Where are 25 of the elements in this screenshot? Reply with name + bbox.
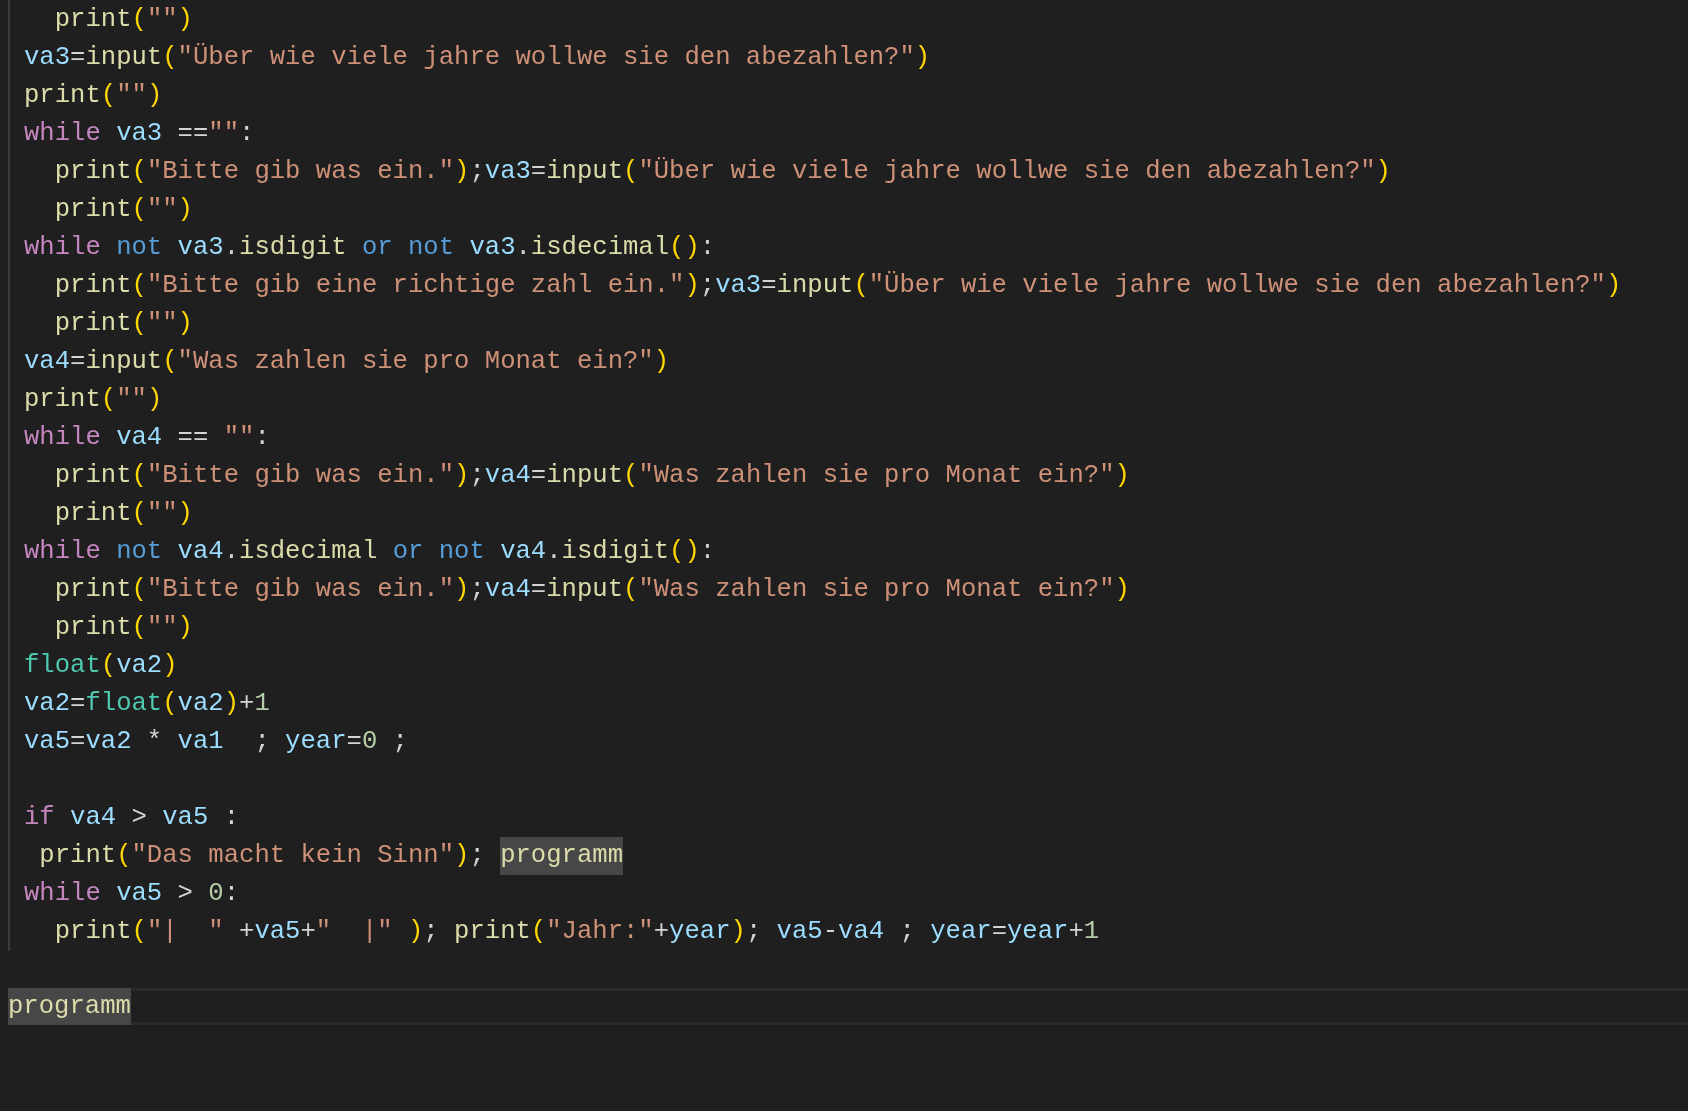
code-line: print("Bitte gib eine richtige zahl ein.");va3=input("Über wie viele jahre wollwe sie den abezahlen?") [54, 270, 1622, 302]
highlighted-word: programm [8, 988, 131, 1025]
code-line: print("| " +va5+" |" ); print("Jahr:"+year); va5-va4 ; year=year+1 [54, 916, 1100, 948]
code-line: print("") [24, 384, 163, 416]
code-line: while va4 == "": [24, 422, 270, 454]
code-line: if va4 > va5 : [24, 802, 240, 834]
code-line: print("") [54, 4, 193, 36]
code-line: va5=va2 * va1 ; year=0 ; [24, 726, 408, 758]
code-line: while va3 =="": [24, 118, 255, 150]
code-line: print("") [54, 612, 193, 644]
code-line: va2=float(va2)+1 [24, 688, 270, 720]
code-line: print("") [54, 498, 193, 530]
code-line: print("Bitte gib was ein.");va3=input("Über wie viele jahre wollwe sie den abezahlen?") [54, 156, 1391, 188]
code-line: print("Bitte gib was ein.");va4=input("Was zahlen sie pro Monat ein?") [54, 574, 1130, 606]
code-line: float(va2) [24, 650, 178, 682]
code-line: print("") [54, 194, 193, 226]
code-line: va4=input("Was zahlen sie pro Monat ein?") [24, 346, 670, 378]
code-line: while not va3.isdigit or not va3.isdecimal(): [24, 232, 716, 264]
code-line: print("") [54, 308, 193, 340]
code-line: va3=input("Über wie viele jahre wollwe sie den abezahlen?") [24, 42, 931, 74]
code-line: print("") [24, 80, 163, 112]
code-line: while not va4.isdecimal or not va4.isdigit(): [24, 536, 716, 568]
code-line: while va5 > 0: [24, 878, 240, 910]
code-line: print("Das macht kein Sinn"); programm [39, 837, 623, 875]
code-line: print("Bitte gib was ein.");va4=input("Was zahlen sie pro Monat ein?") [54, 460, 1130, 492]
